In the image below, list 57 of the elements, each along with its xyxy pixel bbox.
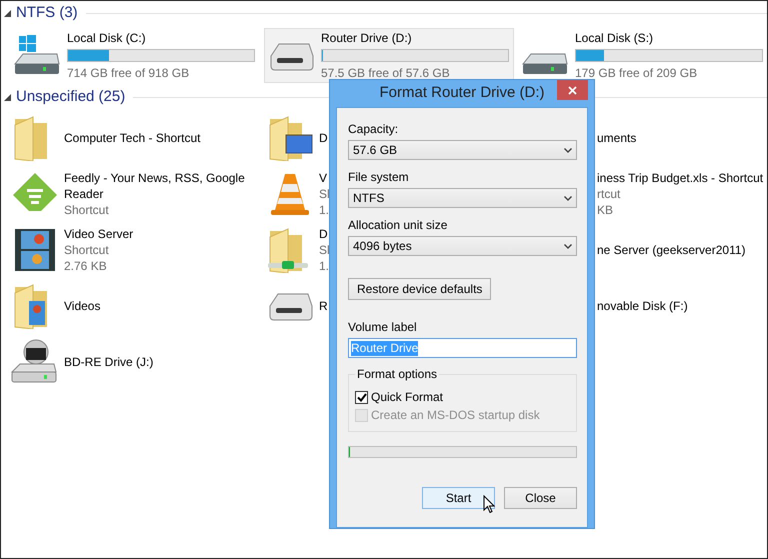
free-space-text: 179 GB free of 209 GB xyxy=(575,65,698,82)
group-header[interactable]: NTFS (3) xyxy=(16,2,78,24)
dropdown[interactable]: 4096 bytes xyxy=(348,236,577,256)
drive-tile[interactable]: Local Disk (C:) 714 GB free of 918 GB xyxy=(10,28,260,83)
item-detail: 1. xyxy=(319,202,330,218)
chevron-down-icon xyxy=(564,148,572,152)
item-name[interactable]: ne Server (geekserver2011) xyxy=(597,242,746,258)
drive-tile[interactable]: Local Disk (S:) 179 GB free of 209 GB xyxy=(518,28,767,83)
item-name[interactable]: Computer Tech - Shortcut xyxy=(64,130,201,146)
item-name[interactable]: R xyxy=(319,298,328,314)
item-detail: Sl xyxy=(319,242,330,258)
close-icon xyxy=(568,86,577,94)
item-name[interactable]: Video Server xyxy=(64,226,134,242)
field-label: Capacity: xyxy=(348,122,400,136)
chevron-down-icon xyxy=(564,244,572,248)
drive-tile[interactable]: Router Drive (D:) 57.5 GB free of 57.6 GB xyxy=(264,28,514,83)
item-detail: 1. xyxy=(319,258,330,274)
item-detail: Shortcut xyxy=(64,202,110,218)
close-button[interactable] xyxy=(557,80,588,100)
dropdown[interactable]: NTFS xyxy=(348,188,577,208)
item-name[interactable]: D xyxy=(319,226,330,242)
collapse-triangle-icon[interactable] xyxy=(4,10,11,16)
drive-name: Local Disk (C:) xyxy=(67,30,147,47)
item-detail: 2.76 KB xyxy=(64,258,108,274)
free-space-text: 57.5 GB free of 57.6 GB xyxy=(321,65,451,82)
checkbox-option[interactable]: Quick Format xyxy=(355,390,576,405)
film-strip-icon xyxy=(13,227,57,273)
drive-name: Local Disk (S:) xyxy=(575,30,654,47)
item-name[interactable]: BD-RE Drive (J:) xyxy=(64,354,154,370)
field-label: Volume label xyxy=(348,320,418,334)
item-name[interactable]: uments xyxy=(597,130,636,146)
drive-name: Router Drive (D:) xyxy=(321,30,413,47)
free-space-text: 714 GB free of 918 GB xyxy=(67,65,190,82)
item-name[interactable]: iness Trip Budget.xls - Shortcut xyxy=(597,170,764,186)
mouse-cursor-icon xyxy=(483,495,495,514)
chevron-down-icon xyxy=(564,196,572,200)
dropdown[interactable]: 57.6 GB xyxy=(348,140,577,160)
dialog-title: Format Router Drive (D:) xyxy=(379,83,545,104)
item-detail: rtcut xyxy=(597,186,622,202)
checkbox[interactable] xyxy=(355,391,368,404)
collapse-triangle-icon[interactable] xyxy=(4,94,11,100)
item-detail: Sl xyxy=(319,186,330,202)
field-label: File system xyxy=(348,170,410,184)
item-name[interactable]: Videos xyxy=(64,298,100,314)
item-name[interactable]: D xyxy=(319,130,328,146)
hard-drive-icon xyxy=(521,52,569,76)
item-detail: KB xyxy=(597,202,614,218)
item-name[interactable]: novable Disk (F:) xyxy=(597,298,688,314)
item-name[interactable]: V xyxy=(319,170,330,186)
item-name[interactable]: Feedly - Your News, RSS, Google Reader xyxy=(64,170,254,202)
checkmark-icon xyxy=(356,393,366,402)
dialog-button[interactable]: Close xyxy=(504,487,577,509)
group-header[interactable]: Unspecified (25) xyxy=(16,86,126,108)
restore-defaults-button[interactable]: Restore device defaults xyxy=(348,278,492,300)
item-detail: Shortcut xyxy=(64,242,110,258)
group-title: Format options xyxy=(355,367,440,381)
field-label: Allocation unit size xyxy=(348,218,448,232)
